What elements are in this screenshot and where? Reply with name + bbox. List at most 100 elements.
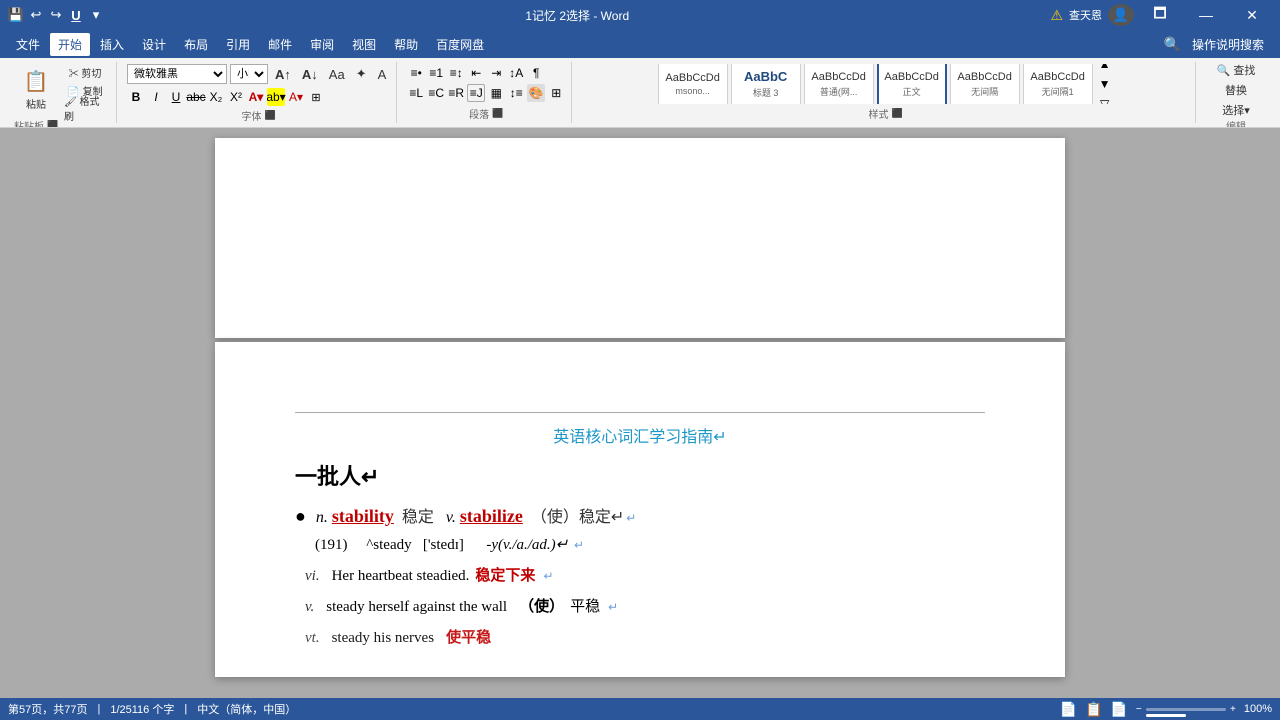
menu-review[interactable]: 审阅 — [302, 33, 342, 56]
zoom-percent[interactable]: 100% — [1244, 703, 1272, 715]
pos-v2: v. — [305, 599, 314, 616]
paragraph-expand-icon[interactable]: ⬛ — [492, 108, 503, 119]
styles-scroll-down[interactable]: ▼ — [1096, 75, 1114, 93]
replace-button[interactable]: 替换 — [1206, 82, 1266, 98]
menu-view[interactable]: 视图 — [344, 33, 384, 56]
styles-more[interactable]: ▽ — [1096, 95, 1114, 104]
border-button[interactable]: ⊞ — [547, 84, 565, 102]
redo-icon[interactable]: ↪ — [48, 7, 64, 23]
ribbon-paragraph-group: ≡• ≡1 ≡↕ ⇤ ⇥ ↕A ¶ ≡L ≡C ≡R ≡J ▦ ↕≡ 🎨 ⊞ 段… — [401, 62, 572, 123]
styles-scroll-up[interactable]: ▲ — [1096, 64, 1114, 73]
menu-search[interactable]: 操作说明搜索 — [1184, 33, 1272, 56]
style-nosp1[interactable]: AaBbCcDd 无间隔1 — [1023, 64, 1093, 104]
ribbon-toggle-button[interactable]: 🗖 — [1140, 0, 1180, 30]
user-avatar[interactable]: 👤 — [1108, 4, 1134, 26]
word-stability[interactable]: stability — [332, 506, 394, 527]
shrink-font-button[interactable]: A↓ — [298, 66, 322, 82]
bullets-button[interactable]: ≡• — [407, 64, 425, 82]
example-line-1: vi. Her heartbeat steadied. 稳定下来 ↵ — [305, 564, 985, 585]
return-mark-2: ↵ — [574, 538, 584, 552]
dropdown-arrow-icon[interactable]: ▾ — [88, 7, 104, 23]
format-painter-button[interactable]: 🖌 格式刷 — [60, 100, 110, 116]
style-body-label: 正文 — [903, 85, 921, 98]
case-button[interactable]: Aa — [325, 66, 349, 82]
document-area: 英语核心词汇学习指南↵ 一批人↵ ● n. stability 稳定 v. st… — [0, 128, 1280, 698]
superscript-button[interactable]: X² — [227, 88, 245, 106]
menu-file[interactable]: 文件 — [8, 33, 48, 56]
word-stabilize[interactable]: stabilize — [460, 506, 523, 527]
underline-button[interactable]: U — [167, 88, 185, 106]
numbering-button[interactable]: ≡1 — [427, 64, 445, 82]
font-color-picker-button[interactable]: A▾ — [247, 88, 265, 106]
text-effect-button[interactable]: A — [374, 66, 391, 82]
find-button[interactable]: 🔍 查找 — [1206, 62, 1266, 78]
show-marks-button[interactable]: ¶ — [527, 64, 545, 82]
line-spacing-button[interactable]: ↕≡ — [507, 84, 525, 102]
align-right-button[interactable]: ≡R — [447, 84, 465, 102]
view-print-icon[interactable]: 📄 — [1060, 701, 1077, 718]
underline-quick-icon[interactable]: U — [68, 7, 84, 23]
status-separator-2: | — [184, 703, 187, 715]
zoom-minus-icon[interactable]: − — [1136, 704, 1142, 715]
font-size-select[interactable]: 小四 — [230, 64, 268, 84]
zoom-slider[interactable]: − + — [1136, 704, 1236, 715]
zoom-plus-icon[interactable]: + — [1230, 704, 1236, 715]
text-color-button[interactable]: A▾ — [287, 88, 305, 106]
close-button[interactable]: ✕ — [1232, 0, 1272, 30]
justify-button[interactable]: ≡J — [467, 84, 485, 102]
bold-button[interactable]: B — [127, 88, 145, 106]
strikethrough-button[interactable]: abc — [187, 88, 205, 106]
ribbon: 📋 粘贴 ✂ 剪切 📄 复制 🖌 格式刷 粘贴板 ⬛ 微软雅黑 小四 — [0, 58, 1280, 128]
cut-button[interactable]: ✂ 剪切 — [60, 64, 110, 80]
grow-font-button[interactable]: A↑ — [271, 66, 295, 82]
multilevel-list-button[interactable]: ≡↕ — [447, 64, 465, 82]
style-nosp[interactable]: AaBbCcDd 无间隔 — [950, 64, 1020, 104]
style-normal2[interactable]: AaBbCcDd 普通(网... — [804, 64, 874, 104]
style-body[interactable]: AaBbCcDd 正文 — [877, 64, 947, 104]
main-page[interactable]: 英语核心词汇学习指南↵ 一批人↵ ● n. stability 稳定 v. st… — [215, 342, 1065, 677]
menu-home[interactable]: 开始 — [50, 33, 90, 56]
menu-insert[interactable]: 插入 — [92, 33, 132, 56]
font-expand-icon[interactable]: ⬛ — [265, 110, 276, 121]
menu-help[interactable]: 帮助 — [386, 33, 426, 56]
borders-button[interactable]: ⊞ — [307, 88, 325, 106]
style-msonormal[interactable]: AaBbCcDd msonо... — [658, 64, 728, 104]
highlight-button[interactable]: ab▾ — [267, 88, 285, 106]
font-name-select[interactable]: 微软雅黑 — [127, 64, 227, 84]
clipboard-expand-icon[interactable]: ⬛ — [47, 120, 58, 128]
select-button[interactable]: 选择▾ — [1206, 102, 1266, 118]
status-right-area: 📄 📋 📄 − + 100% — [1060, 701, 1272, 718]
undo-icon[interactable]: ↩ — [28, 7, 44, 23]
sort-button[interactable]: ↕A — [507, 64, 525, 82]
style-h3[interactable]: AaBbC 标题 3 — [731, 64, 801, 104]
example-line-2: v. steady herself against the wall （使） 平… — [305, 595, 985, 616]
search-light-icon: 🔍 — [1164, 36, 1181, 53]
clear-format-button[interactable]: ✦ — [352, 66, 371, 82]
view-web-icon[interactable]: 📋 — [1085, 701, 1102, 718]
italic-button[interactable]: I — [147, 88, 165, 106]
zoom-track — [1146, 708, 1226, 711]
paste-button[interactable]: 📋 粘贴 — [14, 64, 58, 116]
font-label: 字体 ⬛ — [242, 108, 276, 123]
menu-design[interactable]: 设计 — [134, 33, 174, 56]
menu-bar: 文件 开始 插入 设计 布局 引用 邮件 审阅 视图 帮助 百度网盘 🔍 操作说… — [0, 30, 1280, 58]
styles-expand-icon[interactable]: ⬛ — [892, 108, 903, 119]
align-center-button[interactable]: ≡C — [427, 84, 445, 102]
view-read-icon[interactable]: 📄 — [1110, 701, 1127, 718]
subscript-button[interactable]: X₂ — [207, 88, 225, 106]
ribbon-edit-group: 🔍 查找 替换 选择▾ 编辑 — [1200, 62, 1272, 123]
columns-button[interactable]: ▦ — [487, 84, 505, 102]
decrease-indent-button[interactable]: ⇤ — [467, 64, 485, 82]
minimize-button[interactable]: — — [1186, 0, 1226, 30]
save-icon[interactable]: 💾 — [8, 7, 24, 23]
menu-layout[interactable]: 布局 — [176, 33, 216, 56]
align-left-button[interactable]: ≡L — [407, 84, 425, 102]
increase-indent-button[interactable]: ⇥ — [487, 64, 505, 82]
status-words: 1/25116 个字 — [110, 701, 174, 717]
shading-button[interactable]: 🎨 — [527, 84, 545, 102]
page-top-margin — [215, 342, 1065, 402]
menu-mail[interactable]: 邮件 — [260, 33, 300, 56]
menu-baidu[interactable]: 百度网盘 — [428, 33, 492, 56]
ipa-transcription: ['stedɪ] — [423, 537, 464, 553]
menu-references[interactable]: 引用 — [218, 33, 258, 56]
